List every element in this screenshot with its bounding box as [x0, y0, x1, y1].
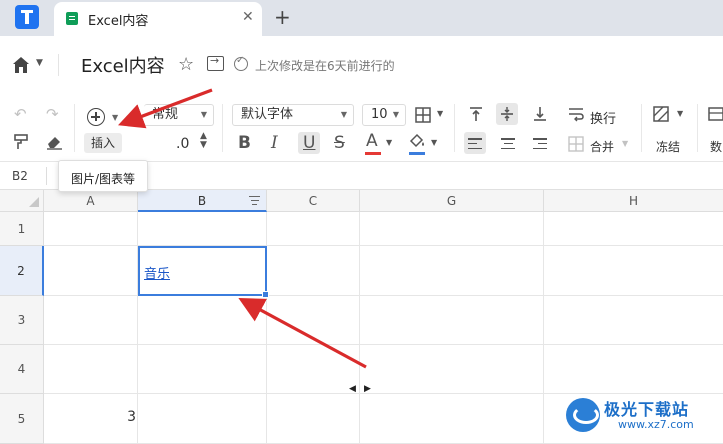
divider: [222, 104, 223, 152]
chevron-down-icon[interactable]: ▼: [677, 110, 683, 118]
redo-icon[interactable]: ↷: [46, 107, 59, 122]
align-top-icon[interactable]: [468, 106, 484, 122]
chevron-down-icon[interactable]: ▼: [437, 110, 443, 118]
font-size-value: 10: [371, 107, 388, 122]
chevron-down-icon[interactable]: ▼: [36, 58, 43, 68]
font-size-select[interactable]: 10 ▼: [362, 104, 406, 126]
column-header-a[interactable]: A: [44, 190, 138, 212]
border-icon[interactable]: [415, 107, 431, 123]
add-circle-icon: [87, 108, 105, 126]
column-header-label: C: [308, 194, 318, 208]
fill-handle[interactable]: [262, 291, 269, 298]
move-to-folder-icon[interactable]: [207, 54, 224, 71]
fill-color-icon[interactable]: [408, 132, 426, 150]
divider: [74, 104, 75, 152]
row-header-4[interactable]: 4: [0, 345, 44, 394]
divider: [454, 104, 455, 152]
merge-cells-icon: [568, 136, 584, 152]
chevron-down-icon[interactable]: ▼: [431, 139, 437, 147]
tab-excel[interactable]: Excel内容 ✕: [54, 2, 262, 36]
chevron-down-icon[interactable]: ▼: [112, 113, 118, 122]
insert-label: 插入: [84, 133, 122, 153]
undo-icon[interactable]: ↶: [14, 107, 27, 122]
font-family-value: 默认字体: [241, 107, 294, 122]
new-tab-button[interactable]: +: [274, 5, 291, 29]
decimal-button[interactable]: .0: [176, 136, 189, 152]
text-color-button[interactable]: A: [366, 133, 378, 150]
save-status-text: 上次修改是在6天前进行的: [255, 59, 395, 73]
number-format-select[interactable]: 常规 ▼: [144, 104, 214, 126]
app-logo-icon[interactable]: [15, 5, 39, 29]
divider: [58, 54, 59, 76]
wrap-text-icon[interactable]: [568, 106, 584, 122]
chevron-down-icon[interactable]: ▼: [386, 139, 392, 147]
cell-b2-hyperlink[interactable]: 音乐: [144, 263, 170, 282]
browser-tab-bar: Excel内容 ✕ +: [0, 0, 723, 36]
row-header-2[interactable]: 2: [0, 246, 44, 296]
chevron-down-icon: ▼: [340, 110, 347, 119]
gridline: [543, 212, 544, 444]
freeze-panes-icon[interactable]: [653, 106, 669, 122]
bold-button[interactable]: B: [238, 135, 251, 152]
column-header-g[interactable]: G: [360, 190, 544, 212]
row-header-5[interactable]: 5: [0, 394, 44, 444]
star-icon[interactable]: ☆: [178, 54, 194, 75]
insert-tooltip: 图片/图表等: [58, 160, 148, 192]
watermark-title: 极光下载站: [604, 400, 690, 419]
column-header-label: B: [197, 194, 207, 208]
fill-color-swatch: [409, 152, 425, 155]
align-middle-icon[interactable]: [499, 106, 515, 122]
cell-reference[interactable]: B2: [12, 169, 28, 183]
sheet-file-icon: [66, 12, 78, 25]
divider: [641, 104, 642, 152]
wrap-text-label[interactable]: 换行: [590, 108, 616, 127]
eraser-icon[interactable]: [46, 134, 63, 150]
select-all-corner[interactable]: [0, 190, 44, 212]
divider: [697, 104, 698, 152]
align-right-icon[interactable]: [533, 138, 547, 150]
watermark-logo-icon: [566, 398, 600, 432]
underline-button[interactable]: U: [303, 135, 315, 152]
format-painter-icon[interactable]: [14, 134, 30, 150]
home-icon[interactable]: [12, 56, 30, 74]
column-header-c[interactable]: C: [267, 190, 360, 212]
gridline: [359, 212, 360, 444]
format-toolbar: ↶ ↷ ▼ 插入 常规 ▼ .0 ▲ ▼ 默认字体 ▼ 10 ▼ ▼ B I U …: [0, 94, 723, 162]
chevron-down-icon: ▼: [622, 139, 629, 148]
site-watermark: 极光下载站 www.xz7.com: [566, 392, 718, 440]
chevron-down-icon: ▼: [200, 110, 207, 119]
row-header-3[interactable]: 3: [0, 296, 44, 345]
cell-a5-value[interactable]: 3: [44, 409, 136, 425]
filter-icon[interactable]: [249, 196, 260, 206]
number-format-value: 常规: [152, 107, 179, 122]
column-header-h[interactable]: H: [544, 190, 723, 212]
saved-check-icon: [234, 55, 248, 71]
text-color-swatch: [365, 152, 381, 155]
row-header-1[interactable]: 1: [0, 212, 44, 246]
divider: [46, 167, 47, 185]
decimal-stepper-icon[interactable]: ▲ ▼: [200, 132, 207, 150]
italic-button[interactable]: I: [271, 135, 278, 152]
align-bottom-icon[interactable]: [532, 106, 548, 122]
column-header-b[interactable]: B: [138, 190, 267, 212]
data-label[interactable]: 数: [710, 138, 722, 155]
align-left-icon[interactable]: [468, 138, 482, 150]
insert-button[interactable]: ▼ 插入: [84, 105, 124, 153]
watermark-url: www.xz7.com: [618, 418, 694, 431]
font-family-select[interactable]: 默认字体 ▼: [232, 104, 354, 126]
freeze-label[interactable]: 冻结: [656, 138, 680, 155]
data-icon[interactable]: [708, 106, 723, 122]
merge-cells-label: 合并: [590, 140, 615, 154]
document-title-bar: ▼ Excel内容 ☆ 上次修改是在6天前进行的: [0, 36, 723, 94]
close-icon[interactable]: ✕: [242, 9, 254, 25]
gridline: [44, 344, 723, 345]
align-center-icon[interactable]: [501, 138, 515, 150]
chevron-down-icon: ▼: [392, 110, 399, 119]
strikethrough-button[interactable]: S: [334, 135, 345, 152]
page-title[interactable]: Excel内容: [81, 52, 165, 78]
tab-title: Excel内容: [88, 14, 149, 29]
